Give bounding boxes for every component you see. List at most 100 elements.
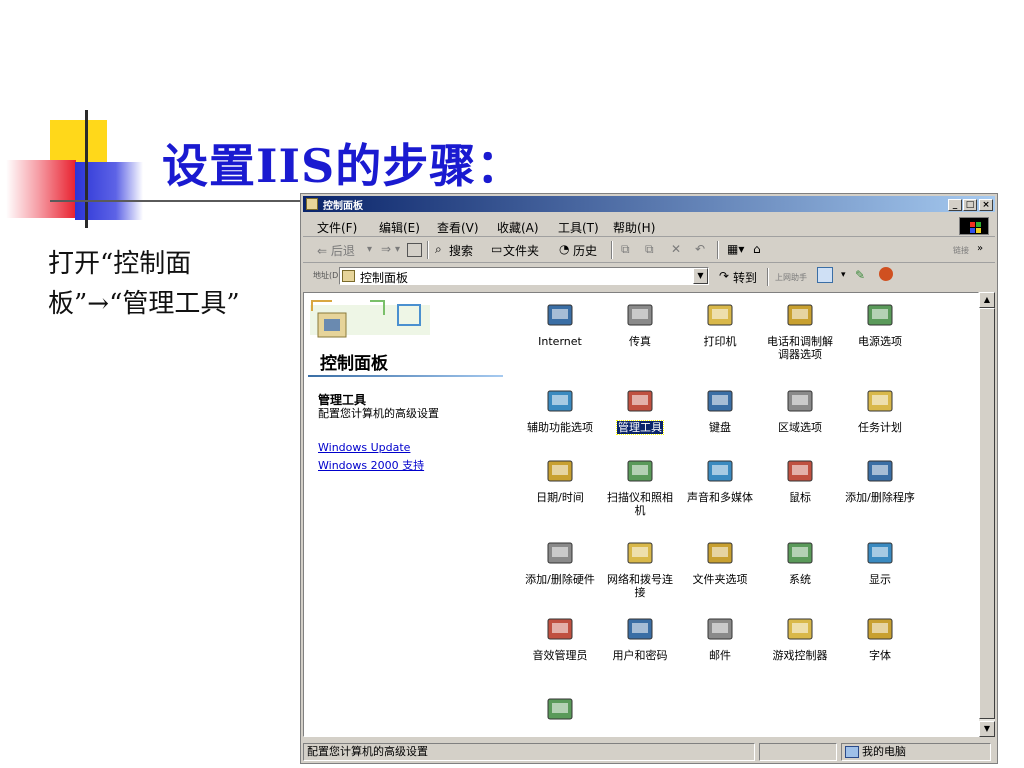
- control-panel-item[interactable]: 传真: [602, 299, 678, 348]
- map-drive-icon[interactable]: ⌂: [753, 242, 761, 256]
- address-input[interactable]: 控制面板: [339, 267, 709, 285]
- panel-title: 控制面板: [320, 354, 388, 374]
- control-panel-item[interactable]: 游戏控制器: [762, 613, 838, 662]
- network-dialup-icon: [624, 537, 656, 569]
- move-to-icon[interactable]: ⧉: [621, 242, 630, 257]
- scanner-camera-icon: [624, 455, 656, 487]
- control-panel-item[interactable]: 音效管理员: [522, 613, 598, 662]
- control-panel-item-label: 游戏控制器: [772, 649, 828, 662]
- control-panel-item[interactable]: 系统: [762, 537, 838, 586]
- regional-options-icon: [784, 385, 816, 417]
- toolbar-separator: [767, 268, 769, 286]
- scroll-up-button[interactable]: ▲: [979, 292, 995, 308]
- back-button[interactable]: ⇐ 后退: [317, 242, 355, 259]
- control-panel-item[interactable]: 鼠标: [762, 455, 838, 504]
- computer-icon: [845, 746, 859, 758]
- status-zone: 我的电脑: [841, 743, 991, 761]
- forward-button[interactable]: ⇒: [381, 242, 391, 256]
- fax-icon: [624, 299, 656, 331]
- control-panel-item[interactable]: 电源选项: [842, 299, 918, 348]
- assistant-label[interactable]: 上网助手: [775, 272, 807, 283]
- control-panel-item[interactable]: 添加/删除硬件: [522, 537, 598, 586]
- menu-edit[interactable]: 编辑(E): [379, 219, 420, 236]
- scroll-down-button[interactable]: ▼: [979, 721, 995, 737]
- vertical-scrollbar[interactable]: ▲ ▼: [979, 292, 995, 737]
- panel-divider: [308, 375, 503, 377]
- search-button[interactable]: 搜索: [449, 242, 473, 259]
- control-panel-content: 控制面板 管理工具 配置您计算机的高级设置 Windows Update Win…: [303, 292, 979, 737]
- standard-toolbar: ⇐ 后退 ▾ ⇒ ▾ ⌕ 搜索 ▭ 文件夹 ◔ 历史 ⧉ ⧉ ✕ ↶ ▦▾ ⌂ …: [303, 238, 995, 263]
- shield-icon[interactable]: [879, 267, 893, 281]
- window-titlebar[interactable]: 控制面板 _ □ ×: [303, 196, 995, 212]
- control-panel-item[interactable]: 用户和密码: [602, 613, 678, 662]
- control-panel-item-label: 键盘: [709, 421, 731, 434]
- toolbar-separator: [611, 241, 613, 259]
- fonts-icon: [864, 613, 896, 645]
- menu-favorites[interactable]: 收藏(A): [497, 219, 539, 236]
- up-folder-icon[interactable]: [407, 243, 422, 257]
- history-icon: ◔: [559, 242, 570, 256]
- address-dropdown-button[interactable]: ▼: [693, 268, 708, 284]
- control-panel-item[interactable]: Internet: [522, 299, 598, 348]
- delete-icon[interactable]: ✕: [671, 242, 681, 256]
- control-panel-item-label: 管理工具: [616, 420, 664, 435]
- undo-icon[interactable]: ↶: [695, 242, 705, 256]
- control-panel-item[interactable]: 扫描仪和照相机: [602, 455, 678, 517]
- mail-icon: [704, 613, 736, 645]
- folder-options-icon: [704, 537, 736, 569]
- status-bar: 配置您计算机的高级设置 我的电脑: [303, 743, 995, 761]
- decor-red-square: [6, 160, 76, 218]
- control-panel-window: 控制面板 _ □ × 文件(F) 编辑(E) 查看(V) 收藏(A) 工具(T)…: [300, 193, 998, 764]
- forward-dropdown-icon[interactable]: ▾: [395, 244, 400, 255]
- power-options-icon: [864, 299, 896, 331]
- scroll-thumb[interactable]: [979, 308, 995, 719]
- control-panel-item-label: 显示: [869, 573, 891, 586]
- control-panel-item[interactable]: 任务计划: [842, 385, 918, 434]
- go-button[interactable]: 转到: [733, 269, 757, 286]
- back-dropdown-icon[interactable]: ▾: [367, 244, 372, 255]
- control-panel-item[interactable]: 文件夹选项: [682, 537, 758, 586]
- menu-view[interactable]: 查看(V): [437, 219, 479, 236]
- chevron-down-icon[interactable]: ▾: [841, 270, 846, 280]
- menu-file[interactable]: 文件(F): [317, 219, 357, 236]
- control-panel-item[interactable]: 添加/删除程序: [842, 455, 918, 504]
- assistant-icon[interactable]: [817, 267, 833, 283]
- control-panel-item[interactable]: 区域选项: [762, 385, 838, 434]
- control-panel-item[interactable]: 打印机: [682, 299, 758, 348]
- control-panel-item[interactable]: 管理工具: [602, 385, 678, 435]
- views-icon[interactable]: ▦▾: [727, 242, 744, 256]
- copy-to-icon[interactable]: ⧉: [645, 242, 654, 257]
- control-panel-item-label: 任务计划: [858, 421, 902, 434]
- minimize-button[interactable]: _: [948, 199, 962, 211]
- control-panel-item[interactable]: 显示: [842, 537, 918, 586]
- control-panel-item[interactable]: [522, 693, 598, 736]
- control-panel-item[interactable]: 辅助功能选项: [522, 385, 598, 434]
- menu-help[interactable]: 帮助(H): [613, 219, 655, 236]
- close-button[interactable]: ×: [979, 199, 993, 211]
- system-icon: [784, 537, 816, 569]
- control-panel-item[interactable]: 字体: [842, 613, 918, 662]
- control-panel-item-label: 音效管理员: [532, 649, 588, 662]
- mouse-icon: [784, 455, 816, 487]
- control-panel-item[interactable]: 键盘: [682, 385, 758, 434]
- control-panel-item[interactable]: 电话和调制解调器选项: [762, 299, 838, 361]
- add-remove-hardware-icon: [544, 537, 576, 569]
- address-label: 地址(D): [313, 271, 342, 280]
- folders-button[interactable]: 文件夹: [503, 242, 539, 259]
- control-panel-item[interactable]: 邮件: [682, 613, 758, 662]
- control-panel-item[interactable]: 网络和拨号连接: [602, 537, 678, 599]
- history-button[interactable]: 历史: [573, 242, 597, 259]
- toolbar-separator: [427, 241, 429, 259]
- windows-2000-support-link[interactable]: Windows 2000 支持: [318, 457, 424, 473]
- control-panel-item[interactable]: 声音和多媒体: [682, 455, 758, 504]
- go-arrow-icon: ↷: [719, 269, 730, 283]
- links-label[interactable]: 链接: [953, 245, 969, 256]
- control-panel-item[interactable]: 日期/时间: [522, 455, 598, 504]
- windows-update-link[interactable]: Windows Update: [318, 441, 410, 454]
- edit-icon[interactable]: ✎: [855, 268, 865, 282]
- chevron-right-icon[interactable]: »: [977, 243, 983, 254]
- maximize-button[interactable]: □: [963, 199, 977, 211]
- toolbar-separator: [717, 241, 719, 259]
- menu-tools[interactable]: 工具(T): [558, 219, 599, 236]
- control-panel-item-label: 辅助功能选项: [527, 421, 593, 434]
